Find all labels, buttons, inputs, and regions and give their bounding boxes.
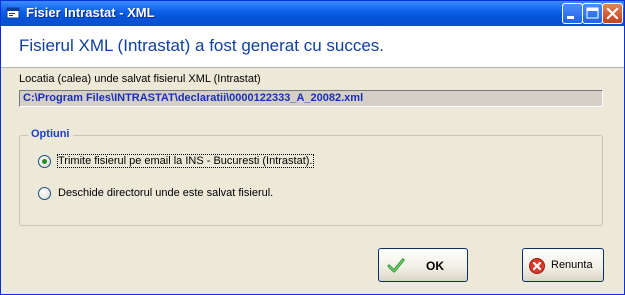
check-icon xyxy=(387,258,405,273)
close-icon xyxy=(606,7,619,20)
options-legend: Optiuni xyxy=(28,128,73,140)
minimize-button[interactable] xyxy=(562,3,583,24)
path-label: Locatia (calea) unde salvat fisierul XML… xyxy=(19,73,261,85)
cancel-label: Renunta xyxy=(551,259,593,271)
file-path-field: C:\Program Files\INTRASTAT\declaratii\00… xyxy=(19,90,603,107)
success-heading: Fisierul XML (Intrastat) a fost generat … xyxy=(19,36,385,55)
ok-button[interactable]: OK xyxy=(378,248,468,282)
dialog-window: Fisier Intrastat - XML Fisierul XML (Int… xyxy=(0,0,625,295)
minimize-icon xyxy=(567,16,574,19)
window-title: Fisier Intrastat - XML xyxy=(26,5,155,20)
option-directory-label[interactable]: Deschide directorul unde este salvat fis… xyxy=(58,187,273,199)
cancel-button[interactable]: Renunta xyxy=(522,248,604,282)
header-panel: Fisierul XML (Intrastat) a fost generat … xyxy=(1,26,624,68)
maximize-button[interactable] xyxy=(582,3,603,24)
option-email-label[interactable]: Trimite fisierul pe email la INS - Bucur… xyxy=(57,154,314,168)
close-button[interactable] xyxy=(602,3,623,24)
cancel-icon xyxy=(529,258,545,274)
ok-label: OK xyxy=(426,259,444,273)
window-app-icon xyxy=(6,7,20,19)
radio-unselected-icon[interactable] xyxy=(38,187,51,200)
radio-selected-icon[interactable] xyxy=(38,155,51,168)
maximize-icon xyxy=(586,7,599,19)
title-bar[interactable]: Fisier Intrastat - XML xyxy=(1,1,624,26)
options-groupbox: Optiuni Trimite fisierul pe email la INS… xyxy=(19,128,603,226)
